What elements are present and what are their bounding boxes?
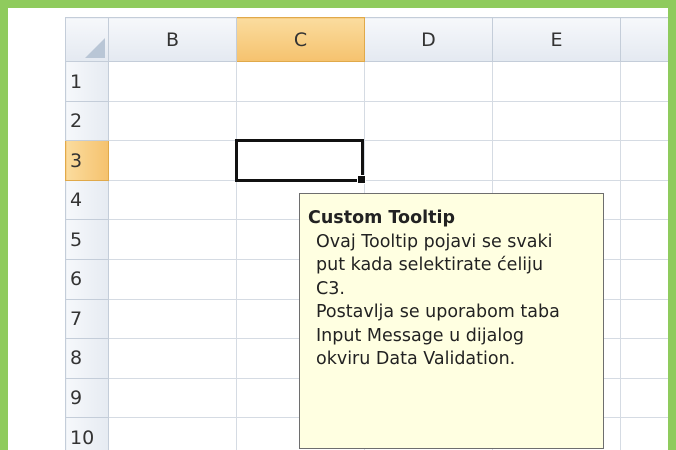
- row-header-4[interactable]: 4: [65, 179, 109, 221]
- row-header-7[interactable]: 7: [65, 298, 109, 340]
- cell-b8[interactable]: [108, 338, 237, 379]
- select-all-button[interactable]: [65, 16, 109, 63]
- row-header-1[interactable]: 1: [65, 61, 109, 102]
- row-header-9[interactable]: 9: [65, 377, 109, 419]
- column-header-row: B C D E: [65, 16, 668, 63]
- row-header-8[interactable]: 8: [65, 338, 109, 379]
- row-header-2[interactable]: 2: [65, 100, 109, 142]
- column-header-d[interactable]: D: [364, 16, 493, 63]
- row-header-6[interactable]: 6: [65, 259, 109, 300]
- cell-e3[interactable]: [492, 140, 621, 181]
- table-row: 1: [65, 61, 668, 102]
- cell-b7[interactable]: [108, 298, 237, 340]
- cell-f5[interactable]: [620, 219, 668, 261]
- cell-f10[interactable]: [620, 417, 668, 450]
- row-header-10[interactable]: 10: [65, 417, 109, 450]
- cell-b9[interactable]: [108, 377, 237, 419]
- cell-b4[interactable]: [108, 179, 237, 221]
- cell-b3[interactable]: [108, 140, 237, 181]
- table-row: 3: [65, 140, 668, 181]
- tooltip-title: Custom Tooltip: [308, 208, 455, 228]
- cell-b2[interactable]: [108, 100, 237, 142]
- cell-f2[interactable]: [620, 100, 668, 142]
- select-all-triangle-icon: [85, 38, 105, 59]
- cell-b6[interactable]: [108, 259, 237, 300]
- cell-f4[interactable]: [620, 179, 668, 221]
- cell-e2[interactable]: [492, 100, 621, 142]
- column-header-c[interactable]: C: [236, 16, 365, 63]
- fill-handle[interactable]: [357, 175, 366, 184]
- column-header-partial[interactable]: [620, 16, 668, 63]
- active-cell-c3[interactable]: [235, 139, 366, 184]
- input-message-tooltip: Custom Tooltip Ovaj Tooltip pojavi se sv…: [299, 193, 604, 449]
- cell-f3[interactable]: [620, 140, 668, 181]
- table-row: 2: [65, 100, 668, 142]
- column-header-e[interactable]: E: [492, 16, 621, 63]
- cell-f8[interactable]: [620, 338, 668, 379]
- cell-d3[interactable]: [364, 140, 493, 181]
- cell-c1[interactable]: [236, 61, 365, 102]
- cell-c2[interactable]: [236, 100, 365, 142]
- column-header-b[interactable]: B: [108, 16, 237, 63]
- cell-e1[interactable]: [492, 61, 621, 102]
- cell-b5[interactable]: [108, 219, 237, 261]
- cell-d2[interactable]: [364, 100, 493, 142]
- screenshot-frame: B C D E 1 2 3 4 5 6 7 8 9 10 Custom Tool…: [0, 0, 676, 450]
- cell-f7[interactable]: [620, 298, 668, 340]
- cell-f1[interactable]: [620, 61, 668, 102]
- cell-b1[interactable]: [108, 61, 237, 102]
- cell-f9[interactable]: [620, 377, 668, 419]
- cell-f6[interactable]: [620, 259, 668, 300]
- tooltip-body: Ovaj Tooltip pojavi se svaki put kada se…: [316, 231, 560, 370]
- row-header-5[interactable]: 5: [65, 219, 109, 261]
- row-header-3[interactable]: 3: [65, 140, 109, 181]
- cell-b10[interactable]: [108, 417, 237, 450]
- cell-d1[interactable]: [364, 61, 493, 102]
